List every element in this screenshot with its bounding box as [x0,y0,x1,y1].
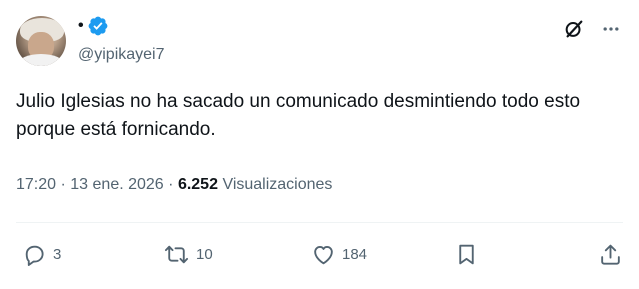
top-actions [563,18,621,40]
more-icon[interactable] [601,19,621,39]
bookmark-button[interactable] [454,242,479,267]
repost-count: 10 [196,246,213,263]
share-button[interactable] [598,242,623,267]
tweet-text: Julio Iglesias no ha sacado un comunicad… [16,91,581,140]
repost-icon [164,245,189,264]
reply-button[interactable]: 3 [22,242,61,267]
tweet-meta: 17:20 · 13 ene. 2026 · 6.252 Visualizaci… [16,174,332,196]
action-bar: 3 10 184 [0,232,639,276]
verified-badge-icon[interactable] [87,15,109,37]
views-count[interactable]: 6.252 [178,176,218,193]
meta-separator: · [60,176,66,193]
avatar[interactable] [16,16,66,66]
bookmark-icon [459,244,474,265]
tweet-time[interactable]: 17:20 [16,176,56,193]
divider [16,222,623,223]
heart-icon [314,245,333,265]
share-icon [601,244,620,265]
views-label[interactable]: Visualizaciones [222,176,332,193]
author-name-row[interactable]: • [78,13,109,39]
like-button[interactable]: 184 [311,242,367,267]
tweet-date[interactable]: 13 ene. 2026 [70,176,163,193]
reply-count: 3 [53,246,62,263]
display-name[interactable]: • [78,16,84,36]
avatar-shirt [18,54,64,66]
like-count: 184 [342,246,368,263]
repost-button[interactable]: 10 [163,242,213,267]
author-handle[interactable]: @yipikayei7 [78,45,165,65]
reply-icon [25,245,44,266]
grok-icon[interactable] [563,18,585,40]
meta-separator-2: · [168,176,174,193]
